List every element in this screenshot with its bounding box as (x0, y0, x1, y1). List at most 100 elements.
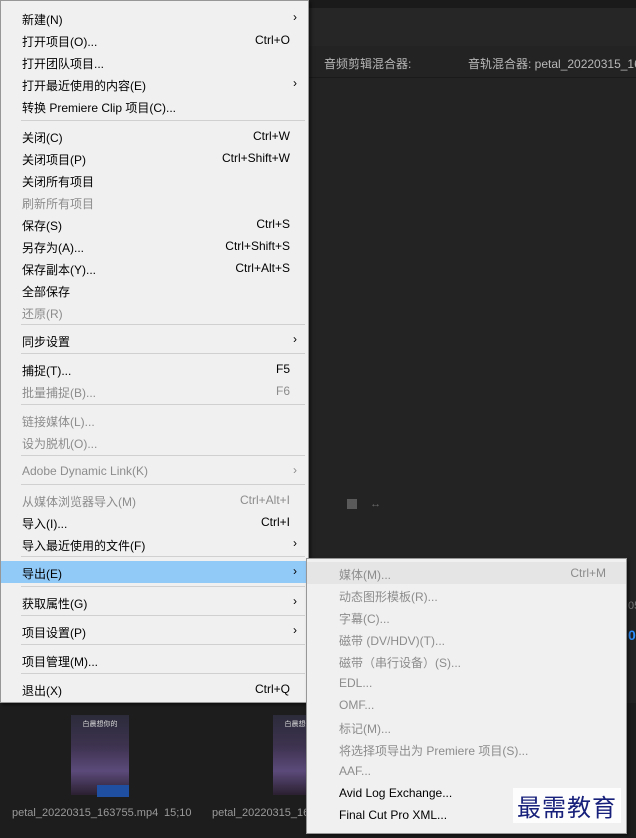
menu-separator (21, 484, 305, 485)
menu-separator (21, 586, 305, 587)
export-menu-item[interactable]: EDL... (307, 672, 626, 694)
menu-item-label: 另存为(A)... (22, 241, 84, 255)
menu-item-label: AAF... (339, 764, 372, 778)
file-menu-item[interactable]: 导入最近使用的文件(F) › (1, 533, 308, 555)
watermark-logo: 最需教育 (513, 788, 621, 823)
export-menu-item[interactable]: 将选择项导出为 Premiere 项目(S)... (307, 738, 626, 760)
file-menu-item[interactable]: 导入(I)... Ctrl+I (1, 511, 308, 533)
menu-item-shortcut: F6 (275, 384, 290, 398)
clip-thumbnail[interactable]: 白晨想你的 (71, 715, 129, 797)
menu-item-label: 动态图形模板(R)... (339, 590, 438, 604)
submenu-arrow-icon: › (293, 463, 297, 477)
file-menu-item[interactable]: 转换 Premiere Clip 项目(C)... (1, 95, 308, 117)
submenu-arrow-icon: › (293, 564, 297, 578)
menu-item-label: 从媒体浏览器导入(M) (22, 495, 136, 509)
file-menu-item[interactable]: 全部保存 (1, 279, 308, 301)
file-menu-item[interactable]: 还原(R) (1, 301, 308, 323)
audio-clip-mixer-tab[interactable]: 音频剪辑混合器: (324, 55, 411, 72)
export-menu-item[interactable]: 字幕(C)... (307, 606, 626, 628)
file-menu-item[interactable]: 打开项目(O)... Ctrl+O (1, 29, 308, 51)
menu-separator (21, 353, 305, 354)
file-menu-item[interactable]: 刷新所有项目 (1, 191, 308, 213)
menu-item-shortcut: Ctrl+Shift+S (225, 239, 290, 253)
menu-item-label: 还原(R) (22, 307, 63, 321)
file-menu-item[interactable]: 保存副本(Y)... Ctrl+Alt+S (1, 257, 308, 279)
track-arrows-icon[interactable]: ↔ (370, 498, 381, 510)
file-menu-item[interactable]: Adobe Dynamic Link(K) › (1, 460, 308, 482)
audio-track-mixer-tab[interactable]: 音轨混合器: petal_20220315_163 (468, 55, 636, 72)
file-menu-item[interactable]: 新建(N) › (1, 7, 308, 29)
submenu-arrow-icon: › (293, 623, 297, 637)
export-menu-item[interactable]: OMF... (307, 694, 626, 716)
export-menu-item[interactable]: 动态图形模板(R)... (307, 584, 626, 606)
menu-item-label: 保存副本(Y)... (22, 263, 96, 277)
clip-duration: 15;10 (164, 807, 192, 819)
menu-item-label: 项目管理(M)... (22, 655, 98, 669)
menu-item-label: 设为脱机(O)... (22, 437, 98, 451)
menu-item-label: OMF... (339, 698, 375, 712)
file-menu-item[interactable]: 批量捕捉(B)... F6 (1, 380, 308, 402)
file-menu-item[interactable]: 捕捉(T)... F5 (1, 358, 308, 380)
menu-separator (21, 673, 305, 674)
menu-item-label: 标记(M)... (339, 722, 391, 736)
export-menu-item[interactable]: 媒体(M)... Ctrl+M (307, 562, 626, 584)
panel-footer-icons: ↔ (347, 498, 391, 510)
menu-item-label: Adobe Dynamic Link(K) (22, 464, 149, 478)
file-menu-item[interactable]: 项目管理(M)... (1, 649, 308, 671)
file-menu-item[interactable]: 退出(X) Ctrl+Q (1, 678, 308, 700)
file-menu-item[interactable]: 项目设置(P) › (1, 620, 308, 642)
menu-item-label: 磁带 (DV/HDV)(T)... (339, 634, 445, 648)
file-menu-item[interactable]: 另存为(A)... Ctrl+Shift+S (1, 235, 308, 257)
file-menu-item[interactable]: 关闭所有项目 (1, 169, 308, 191)
clip-name: petal_20220315_163755.mp4 (12, 807, 159, 819)
file-menu-item[interactable]: 关闭项目(P) Ctrl+Shift+W (1, 147, 308, 169)
menu-item-shortcut: Ctrl+O (254, 33, 290, 47)
menu-item-label: 打开项目(O)... (22, 35, 98, 49)
audio-video-badge-icon (97, 785, 129, 797)
submenu-arrow-icon: › (293, 10, 297, 24)
menu-separator (21, 455, 305, 456)
file-menu-item[interactable]: 打开最近使用的内容(E) › (1, 73, 308, 95)
menu-item-shortcut: F5 (275, 362, 290, 376)
menu-item-label: 项目设置(P) (22, 626, 86, 640)
file-menu-item[interactable]: 同步设置 › (1, 329, 308, 351)
export-menu-item[interactable]: 磁带（串行设备）(S)... (307, 650, 626, 672)
menu-item-shortcut: Ctrl+Shift+W (221, 151, 290, 165)
menu-item-label: 字幕(C)... (339, 612, 390, 626)
menu-item-label: 媒体(M)... (339, 568, 391, 582)
menu-item-label: Final Cut Pro XML... (339, 808, 448, 822)
menu-item-shortcut: Ctrl+W (253, 129, 290, 143)
menu-item-label: EDL... (339, 676, 373, 690)
submenu-arrow-icon: › (293, 594, 297, 608)
menu-item-label: 退出(X) (22, 684, 62, 698)
menu-item-label: 刷新所有项目 (22, 197, 95, 211)
panel-edge-fragment: 05 (628, 600, 636, 612)
menu-item-label: 导出(E) (22, 567, 62, 581)
export-menu-item[interactable]: 标记(M)... (307, 716, 626, 738)
menu-item-shortcut: Ctrl+Q (254, 682, 290, 696)
menu-item-label: 新建(N) (22, 13, 63, 27)
menu-separator (21, 644, 305, 645)
menu-item-label: 链接媒体(L)... (22, 415, 95, 429)
menu-item-shortcut: Ctrl+I (260, 515, 290, 529)
file-menu-item[interactable]: 导出(E) › (1, 561, 308, 583)
panel-menu-icon[interactable] (347, 499, 357, 510)
export-menu-item[interactable]: AAF... (307, 760, 626, 782)
panel-tab-strip (306, 8, 636, 46)
file-menu-item[interactable]: 获取属性(G) › (1, 591, 308, 613)
file-menu: 新建(N) › 打开项目(O)... Ctrl+O 打开团队项目... 打开最近使用的内容… (0, 0, 309, 703)
menu-item-label: 将选择项导出为 Premiere 项目(S)... (339, 744, 529, 758)
export-menu-item[interactable]: 磁带 (DV/HDV)(T)... (307, 628, 626, 650)
file-menu-item[interactable]: 链接媒体(L)... (1, 409, 308, 431)
file-menu-item[interactable]: 从媒体浏览器导入(M) Ctrl+Alt+I (1, 489, 308, 511)
clip-name: petal_20220315_16 (212, 807, 310, 819)
menu-item-shortcut: Ctrl+Alt+I (239, 493, 290, 507)
file-menu-item[interactable]: 打开团队项目... (1, 51, 308, 73)
menu-separator (21, 404, 305, 405)
file-menu-item[interactable]: 设为脱机(O)... (1, 431, 308, 453)
submenu-arrow-icon: › (293, 536, 297, 550)
menu-item-label: 打开团队项目... (22, 57, 105, 71)
file-menu-item[interactable]: 关闭(C) Ctrl+W (1, 125, 308, 147)
file-menu-item[interactable]: 保存(S) Ctrl+S (1, 213, 308, 235)
menu-item-label: 获取属性(G) (22, 597, 88, 611)
